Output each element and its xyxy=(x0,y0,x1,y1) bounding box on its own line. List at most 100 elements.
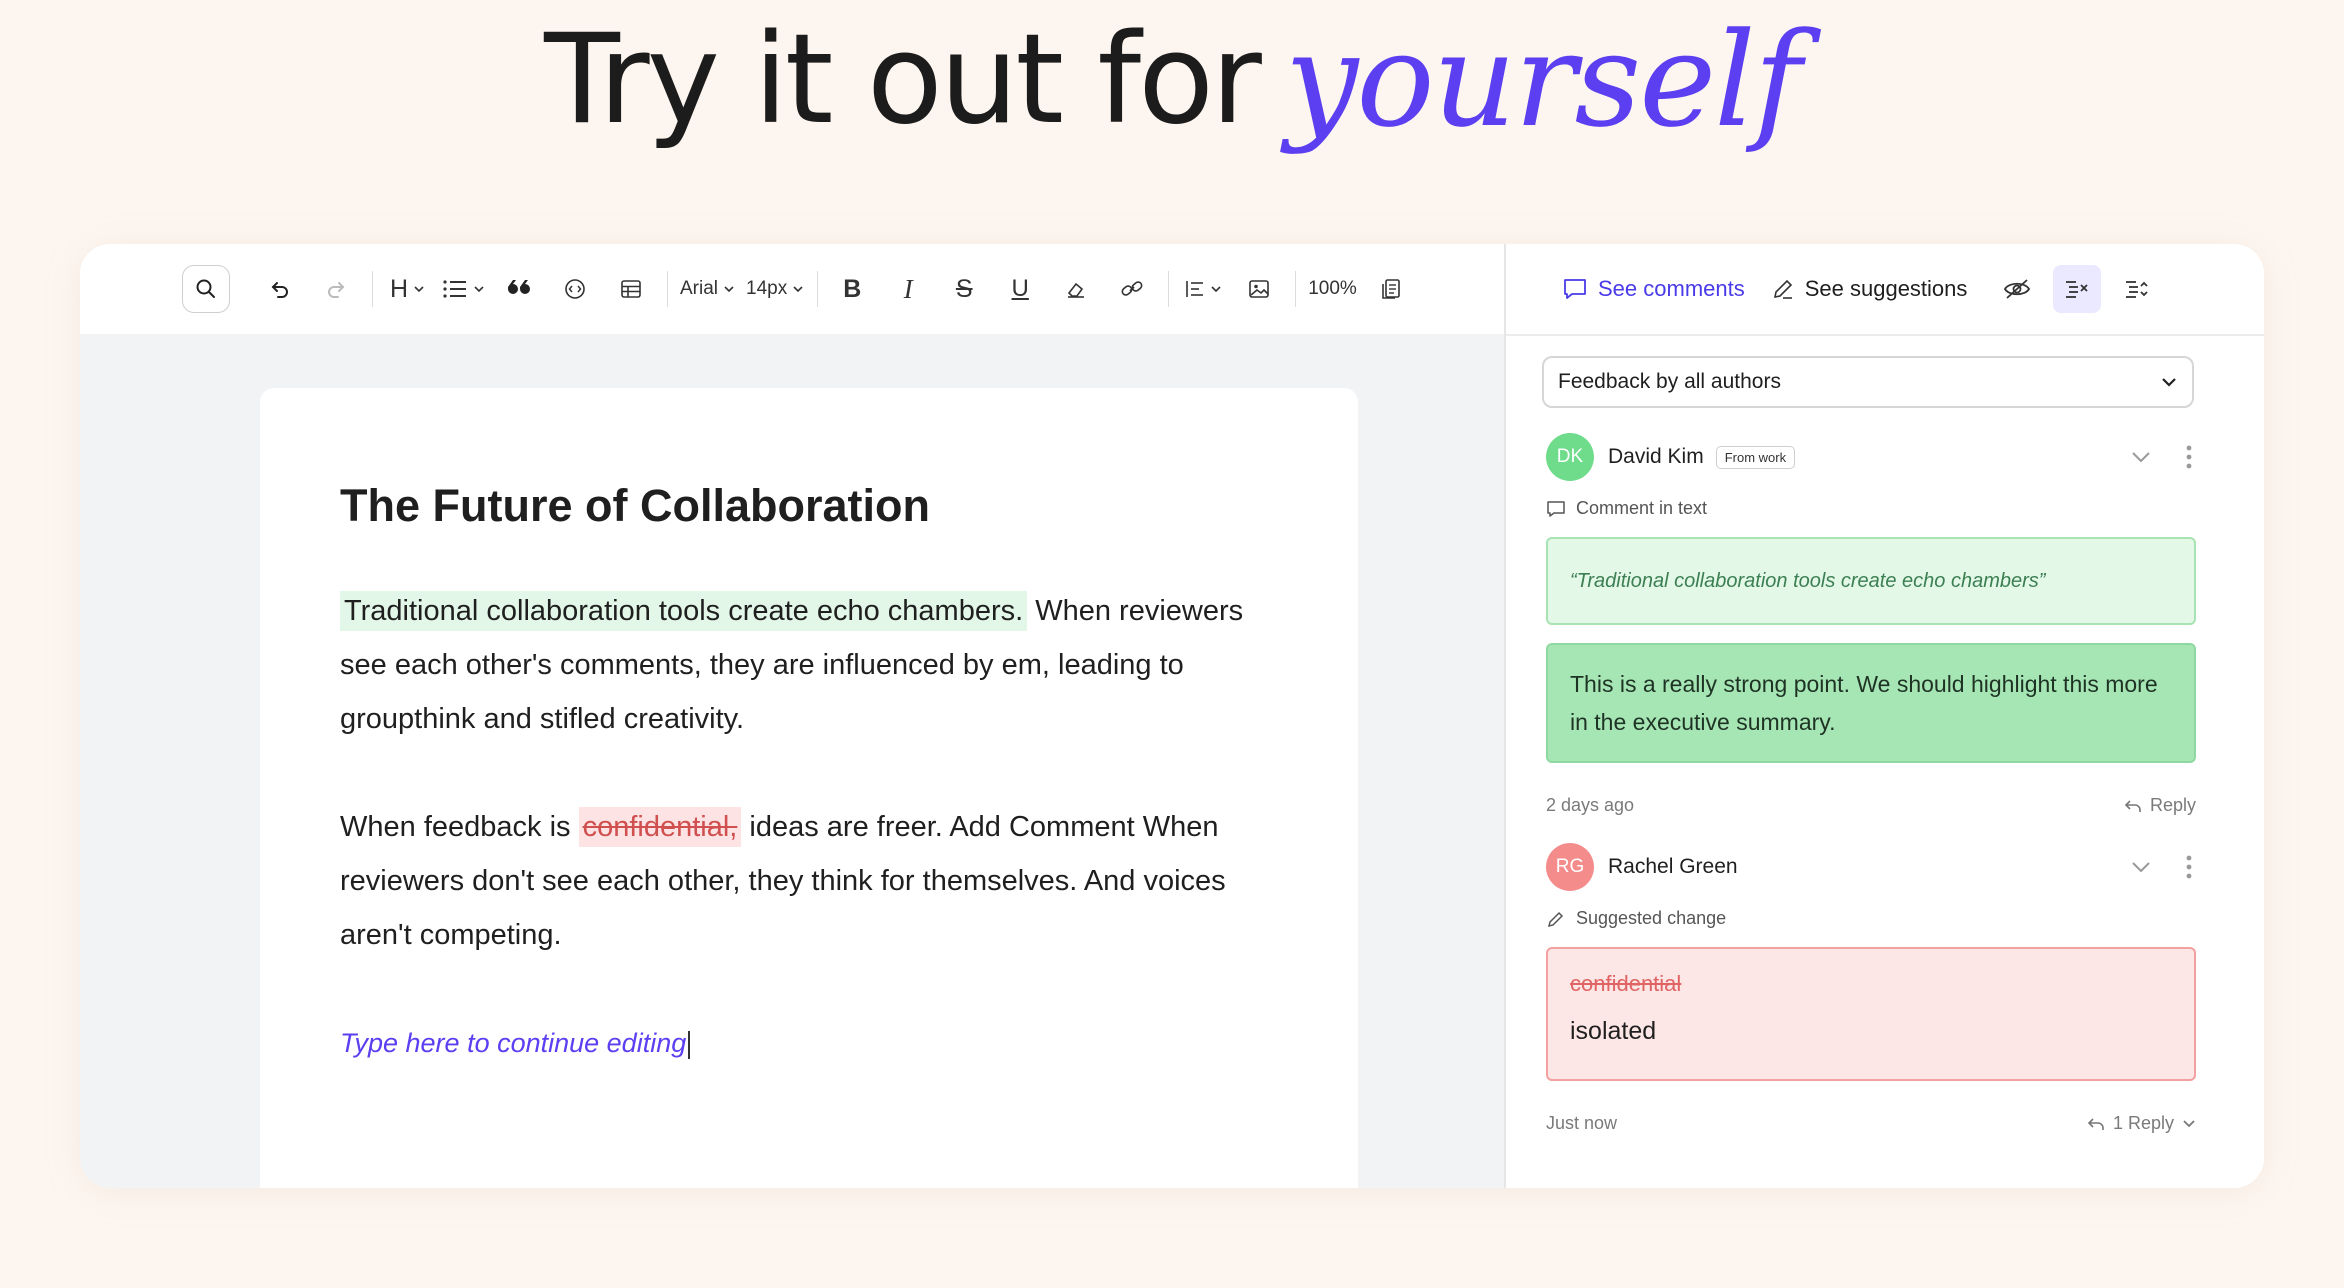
undo-icon[interactable] xyxy=(258,267,302,311)
chevron-down-icon[interactable] xyxy=(2130,860,2152,874)
chevron-down-icon xyxy=(2183,1119,2195,1127)
more-options-icon[interactable] xyxy=(2186,445,2192,469)
pencil-icon xyxy=(1547,911,1564,927)
commented-text-highlight[interactable]: Traditional collaboration tools create e… xyxy=(340,591,1028,631)
paragraph-1[interactable]: Traditional collaboration tools create e… xyxy=(340,584,1278,746)
suggestion-new-text: isolated xyxy=(1570,1017,1657,1045)
editor-toolbar: H Arial 14px B I S U 100% xyxy=(80,244,1504,334)
hero-heading: Try it out for yourself xyxy=(0,0,2344,200)
heading-icon: H xyxy=(389,274,409,303)
document-title[interactable]: The Future of Collaboration xyxy=(340,480,1278,532)
chevron-down-icon xyxy=(414,286,424,293)
code-icon[interactable] xyxy=(553,267,597,311)
document-page[interactable]: The Future of Collaboration Traditional … xyxy=(260,388,1358,1188)
tab-see-comments[interactable]: See comments xyxy=(1562,276,1745,302)
chevron-down-icon[interactable] xyxy=(2130,450,2152,464)
comment-header: DK David Kim From work xyxy=(1546,432,2196,482)
author-tag-badge: From work xyxy=(1715,445,1796,469)
continue-editing-prompt[interactable]: Type here to continue editing xyxy=(340,1016,1278,1070)
comment-actions xyxy=(2130,855,2196,879)
suggested-deletion[interactable]: confidential, xyxy=(578,807,742,847)
tab-see-comments-label: See comments xyxy=(1598,276,1745,301)
comment-timestamp: 2 days ago xyxy=(1546,795,1635,815)
pencil-icon xyxy=(1773,279,1792,299)
font-family-dropdown[interactable]: Arial xyxy=(680,267,734,311)
comment-icon xyxy=(1564,279,1586,299)
toolbar-divider xyxy=(372,271,373,307)
app-window: H Arial 14px B I S U 100% The Future of … xyxy=(80,244,2264,1188)
pages-icon[interactable] xyxy=(1369,267,1413,311)
replies-toggle[interactable]: 1 Reply xyxy=(2087,1113,2196,1134)
comment-type: Suggested change xyxy=(1546,908,2196,929)
comment-icon xyxy=(1547,500,1565,517)
suggestion-old-text: confidential xyxy=(1570,971,1682,996)
align-icon xyxy=(1186,281,1204,297)
toolbar-divider xyxy=(817,271,819,307)
continue-editing-text: Type here to continue editing xyxy=(340,1028,687,1058)
suggested-change-box[interactable]: confidential isolated xyxy=(1546,947,2196,1081)
font-size-value: 14px xyxy=(746,278,788,299)
paragraph-2-before: When feedback is xyxy=(340,811,579,843)
comment-footer: Just now 1 Reply xyxy=(1546,1113,2196,1134)
bold-icon[interactable]: B xyxy=(830,267,874,311)
strikethrough-icon[interactable]: S xyxy=(942,267,986,311)
reply-icon xyxy=(2124,799,2141,812)
align-dropdown[interactable] xyxy=(1181,267,1225,311)
more-options-icon[interactable] xyxy=(2186,855,2192,879)
heading-dropdown[interactable]: H xyxy=(385,267,429,311)
toolbar-divider xyxy=(667,271,668,307)
font-size-dropdown[interactable]: 14px xyxy=(746,267,803,311)
expand-list-icon[interactable] xyxy=(2113,265,2161,313)
underline-icon[interactable]: U xyxy=(998,267,1042,311)
comment-actions xyxy=(2130,445,2196,469)
reply-count-label: 1 Reply xyxy=(2112,1113,2174,1133)
comment-author: David Kim xyxy=(1608,445,1704,468)
comment-timestamp: Just now xyxy=(1546,1113,1618,1133)
list-dropdown[interactable] xyxy=(441,267,485,311)
suggestion-card: RG Rachel Green Suggested change confide… xyxy=(1546,842,2196,1134)
comment-card: DK David Kim From work Comment in text “… xyxy=(1546,432,2196,816)
image-icon[interactable] xyxy=(1237,267,1281,311)
reply-icon xyxy=(2087,1117,2104,1130)
comment-header: RG Rachel Green xyxy=(1546,842,2196,892)
chevron-down-icon xyxy=(1211,286,1221,293)
hero-script-text: yourself xyxy=(1284,4,1802,156)
toolbar-divider xyxy=(1295,271,1297,307)
reply-button[interactable]: Reply xyxy=(2124,795,2196,816)
chevron-down-icon xyxy=(474,286,484,293)
paragraph-2[interactable]: When feedback is confidential, ideas are… xyxy=(340,800,1278,962)
list-icon xyxy=(443,280,466,298)
redo-icon[interactable] xyxy=(314,267,358,311)
link-icon[interactable] xyxy=(1110,267,1154,311)
zoom-value[interactable]: 100% xyxy=(1308,267,1357,311)
comment-body: This is a really strong point. We should… xyxy=(1546,643,2196,763)
quote-icon[interactable] xyxy=(497,267,541,311)
italic-icon[interactable]: I xyxy=(886,267,930,311)
comment-type-label: Comment in text xyxy=(1576,498,1708,518)
comment-type-label: Suggested change xyxy=(1576,908,1727,928)
chevron-down-icon xyxy=(2162,378,2176,387)
tab-see-suggestions-label: See suggestions xyxy=(1804,276,1968,301)
comment-author: Rachel Green xyxy=(1608,855,1738,878)
sidebar-tabs: See comments See suggestions xyxy=(1506,244,2264,336)
comment-type: Comment in text xyxy=(1546,498,2196,519)
feedback-sidebar: See comments See suggestions Feedback by… xyxy=(1506,244,2264,1188)
hero-plain-text: Try it out for xyxy=(544,8,1262,152)
comment-footer: 2 days ago Reply xyxy=(1546,795,2196,816)
feedback-filter-select[interactable]: Feedback by all authors xyxy=(1542,356,2194,408)
editor-pane: H Arial 14px B I S U 100% The Future of … xyxy=(80,244,1504,1188)
hide-feedback-icon[interactable] xyxy=(1993,265,2041,313)
reply-label: Reply xyxy=(2149,795,2196,815)
collapse-list-icon[interactable] xyxy=(2053,265,2102,313)
clear-format-icon[interactable] xyxy=(1054,267,1098,311)
search-icon[interactable] xyxy=(182,265,230,313)
table-icon[interactable] xyxy=(609,267,653,311)
quoted-text[interactable]: “Traditional collaboration tools create … xyxy=(1546,537,2196,625)
tab-see-suggestions[interactable]: See suggestions xyxy=(1771,276,1968,302)
chevron-down-icon xyxy=(724,286,734,293)
toolbar-divider xyxy=(1168,271,1170,307)
text-caret xyxy=(688,1030,691,1059)
feedback-filter-value: Feedback by all authors xyxy=(1558,370,1781,393)
chevron-down-icon xyxy=(793,286,803,293)
avatar: DK xyxy=(1546,433,1594,481)
